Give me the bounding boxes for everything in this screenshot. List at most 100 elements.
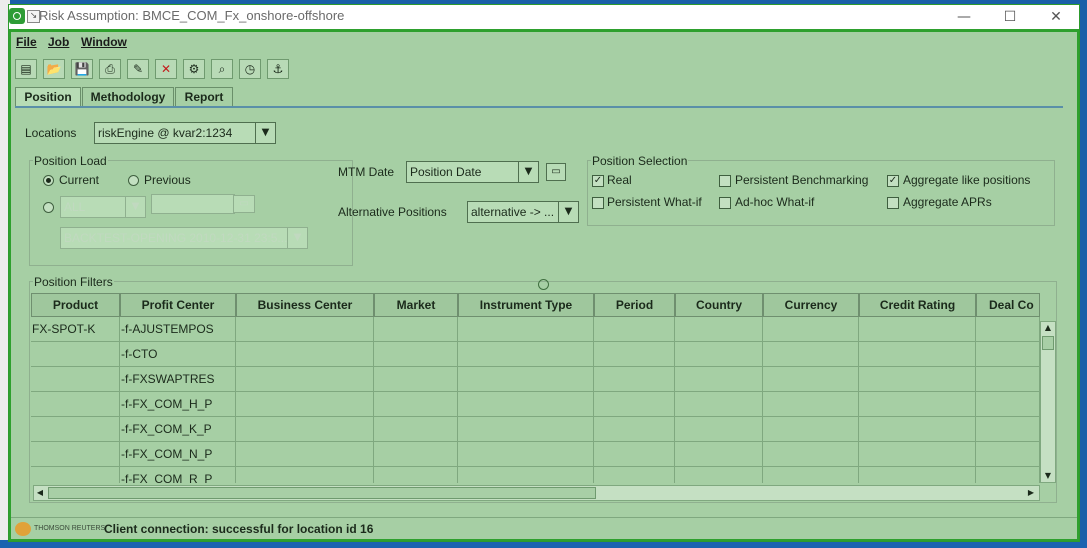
persistent-benchmarking-checkbox[interactable]	[719, 175, 731, 187]
table-cell[interactable]	[675, 392, 763, 417]
table-cell[interactable]	[374, 467, 458, 483]
table-cell[interactable]	[31, 342, 120, 367]
table-cell[interactable]	[374, 442, 458, 467]
col-header-country[interactable]: Country	[675, 293, 763, 317]
chevron-down-icon[interactable]: ▼	[287, 228, 307, 248]
table-cell[interactable]: -f-FX_COM_H_P	[120, 392, 236, 417]
table-cell[interactable]	[763, 367, 859, 392]
table-cell[interactable]	[458, 392, 594, 417]
table-cell[interactable]	[976, 467, 1040, 483]
backtest-combo[interactable]: BACKTEST-OPENING 2010-12-31 23:5... ▼	[60, 227, 308, 249]
table-cell[interactable]	[236, 317, 374, 342]
table-cell[interactable]	[31, 467, 120, 483]
table-cell[interactable]: -f-FX_COM_R_P	[120, 467, 236, 483]
scroll-right-icon[interactable]: ▶	[1025, 487, 1037, 499]
col-header-market[interactable]: Market	[374, 293, 458, 317]
table-cell[interactable]	[859, 342, 976, 367]
col-header-period[interactable]: Period	[594, 293, 675, 317]
table-cell[interactable]	[859, 317, 976, 342]
table-cell[interactable]: -f-AJUSTEMPOS	[120, 317, 236, 342]
chevron-down-icon[interactable]: ▼	[518, 162, 538, 182]
adhoc-whatif-checkbox[interactable]	[719, 197, 731, 209]
vertical-scrollbar[interactable]: ▲ ▼	[1040, 321, 1056, 483]
table-cell[interactable]	[859, 417, 976, 442]
table-cell[interactable]	[594, 442, 675, 467]
table-cell[interactable]	[976, 442, 1040, 467]
table-cell[interactable]	[675, 442, 763, 467]
scroll-left-icon[interactable]: ◀	[34, 487, 46, 499]
table-cell[interactable]	[236, 392, 374, 417]
table-cell[interactable]: FX-SPOT-K	[31, 317, 120, 342]
table-cell[interactable]: -f-CTO	[120, 342, 236, 367]
table-cell[interactable]	[458, 342, 594, 367]
mtm-date-combo[interactable]: Position Date ▼	[406, 161, 539, 183]
table-cell[interactable]	[31, 392, 120, 417]
table-cell[interactable]	[458, 442, 594, 467]
table-cell[interactable]	[458, 417, 594, 442]
table-cell[interactable]	[763, 392, 859, 417]
table-cell[interactable]	[374, 342, 458, 367]
alternative-positions-combo[interactable]: alternative -> ... ▼	[467, 201, 579, 223]
table-cell[interactable]: -f-FX_COM_N_P	[120, 442, 236, 467]
table-cell[interactable]	[458, 367, 594, 392]
chevron-down-icon[interactable]: ▼	[125, 197, 145, 217]
table-cell[interactable]	[763, 467, 859, 483]
col-header-currency[interactable]: Currency	[763, 293, 859, 317]
table-cell[interactable]	[374, 417, 458, 442]
table-cell[interactable]	[675, 467, 763, 483]
table-cell[interactable]	[236, 342, 374, 367]
table-cell[interactable]	[763, 342, 859, 367]
schedule-icon[interactable]: ◷	[239, 59, 261, 79]
table-cell[interactable]	[458, 317, 594, 342]
table-cell[interactable]	[594, 342, 675, 367]
table-cell[interactable]	[458, 467, 594, 483]
table-cell[interactable]	[976, 392, 1040, 417]
col-header-profit-center[interactable]: Profit Center	[120, 293, 236, 317]
current-radio[interactable]	[43, 175, 54, 186]
close-button[interactable]: ✕	[1033, 5, 1079, 29]
table-cell[interactable]: -f-FXSWAPTRES	[120, 367, 236, 392]
delete-icon[interactable]: ✕	[155, 59, 177, 79]
tab-report[interactable]: Report	[175, 87, 233, 107]
table-cell[interactable]	[594, 367, 675, 392]
horizontal-scrollbar[interactable]: ◀ ▶	[33, 485, 1040, 501]
menu-window[interactable]: Window	[81, 35, 127, 49]
calendar-icon[interactable]: ▭	[546, 163, 566, 181]
scroll-up-icon[interactable]: ▲	[1042, 322, 1054, 334]
previous-radio[interactable]	[128, 175, 139, 186]
table-cell[interactable]	[374, 392, 458, 417]
tab-methodology[interactable]: Methodology	[82, 87, 174, 107]
persistent-whatif-checkbox[interactable]	[592, 197, 604, 209]
scroll-down-icon[interactable]: ▼	[1042, 470, 1054, 482]
col-header-business-center[interactable]: Business Center	[236, 293, 374, 317]
chevron-down-icon[interactable]: ▼	[558, 202, 578, 222]
col-header-deal-co[interactable]: Deal Co	[976, 293, 1040, 317]
tab-position[interactable]: Position	[15, 87, 81, 107]
table-cell[interactable]	[763, 417, 859, 442]
table-cell[interactable]	[374, 367, 458, 392]
maximize-button[interactable]: ☐	[987, 5, 1033, 29]
table-cell[interactable]	[594, 392, 675, 417]
search-icon[interactable]: ⌕	[211, 59, 233, 79]
table-cell[interactable]	[763, 442, 859, 467]
col-header-instrument-type[interactable]: Instrument Type	[458, 293, 594, 317]
locations-combo[interactable]: riskEngine @ kvar2:1234 ▼	[94, 122, 276, 144]
table-cell[interactable]	[236, 442, 374, 467]
table-cell[interactable]	[31, 367, 120, 392]
table-cell[interactable]	[675, 367, 763, 392]
aggregate-aprs-checkbox[interactable]	[887, 197, 899, 209]
table-cell[interactable]	[31, 417, 120, 442]
save-as-icon[interactable]: ⎙	[99, 59, 121, 79]
horizontal-scroll-thumb[interactable]	[48, 487, 596, 499]
edit-icon[interactable]: ✎	[127, 59, 149, 79]
table-cell[interactable]: -f-FX_COM_K_P	[120, 417, 236, 442]
col-header-product[interactable]: Product	[31, 293, 120, 317]
anchor-icon[interactable]: ⚓	[267, 59, 289, 79]
minimize-button[interactable]: —	[941, 5, 987, 29]
col-header-credit-rating[interactable]: Credit Rating	[859, 293, 976, 317]
aggregate-like-positions-checkbox[interactable]: ✓	[887, 175, 899, 187]
chevron-down-icon[interactable]: ▼	[255, 123, 275, 143]
table-cell[interactable]	[374, 317, 458, 342]
save-icon[interactable]: 💾	[71, 59, 93, 79]
table-cell[interactable]	[859, 392, 976, 417]
